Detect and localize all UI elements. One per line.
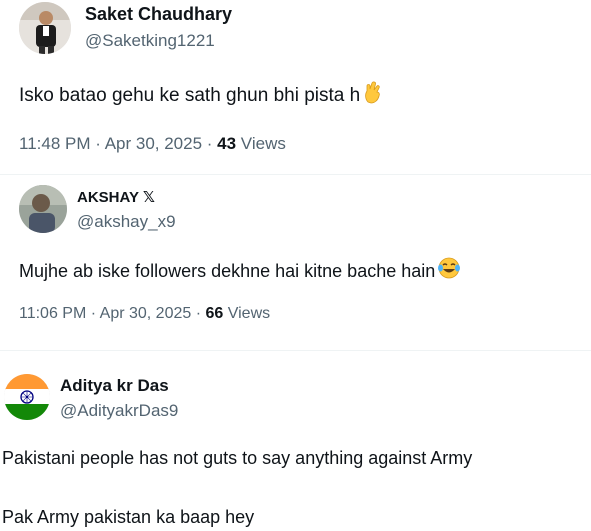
tweet-text-line: Pakistani people has not guts to say any… xyxy=(2,448,473,468)
avatar[interactable] xyxy=(19,2,71,54)
tweet-meta: 11:06 PM · Apr 30, 2025 · 66 Views xyxy=(19,305,270,323)
tweet-date[interactable]: Apr 30, 2025 xyxy=(105,134,202,153)
tweet-text-line: Pak Army pakistan ka baap hey xyxy=(2,507,255,527)
views-label: Views xyxy=(223,305,271,322)
avatar[interactable] xyxy=(4,374,50,420)
person-photo-icon xyxy=(19,2,71,54)
views-label: Views xyxy=(236,134,286,153)
views-count: 66 xyxy=(205,305,224,322)
tweet-date[interactable]: Apr 30, 2025 xyxy=(100,305,192,322)
display-name[interactable]: Saket Chaudhary xyxy=(85,4,232,25)
user-handle[interactable]: @Saketking1221 xyxy=(85,31,215,51)
tweet-text: Mujhe ab iske followers dekhne hai kitne… xyxy=(19,256,461,285)
tweet-text: Isko batao gehu ke sath ghun bhi pista h xyxy=(19,80,384,110)
thread-screenshot: Saket Chaudhary @Saketking1221 Isko bata… xyxy=(0,0,591,531)
tweet-time[interactable]: 11:06 PM xyxy=(19,305,86,322)
views-count: 43 xyxy=(217,134,237,153)
tweet-text-content: Mujhe ab iske followers dekhne hai kitne… xyxy=(19,261,436,281)
user-handle[interactable]: @akshay_x9 xyxy=(77,212,176,232)
divider xyxy=(0,174,591,175)
india-flag-icon xyxy=(4,374,50,420)
meta-separator: · xyxy=(191,305,206,322)
meta-separator: · xyxy=(202,134,218,153)
x-logo-icon: 𝕏 xyxy=(142,189,155,206)
display-name-text: AKSHAY xyxy=(77,189,139,206)
display-name[interactable]: Aditya kr Das xyxy=(60,376,169,396)
avatar[interactable] xyxy=(19,185,67,233)
divider xyxy=(0,350,591,351)
tweet-time[interactable]: 11:48 PM xyxy=(19,134,91,153)
person-photo-icon xyxy=(19,185,67,233)
tweet-meta: 11:48 PM · Apr 30, 2025 · 43 Views xyxy=(19,134,286,154)
meta-separator: · xyxy=(86,305,100,322)
display-name[interactable]: AKSHAY 𝕏 xyxy=(77,188,155,206)
crossed-fingers-icon xyxy=(362,80,384,110)
tweet-text-content: Isko batao gehu ke sath ghun bhi pista h xyxy=(19,85,361,106)
meta-separator: · xyxy=(90,134,105,153)
tears-of-joy-icon xyxy=(437,256,461,285)
user-handle[interactable]: @AdityakrDas9 xyxy=(60,401,178,421)
